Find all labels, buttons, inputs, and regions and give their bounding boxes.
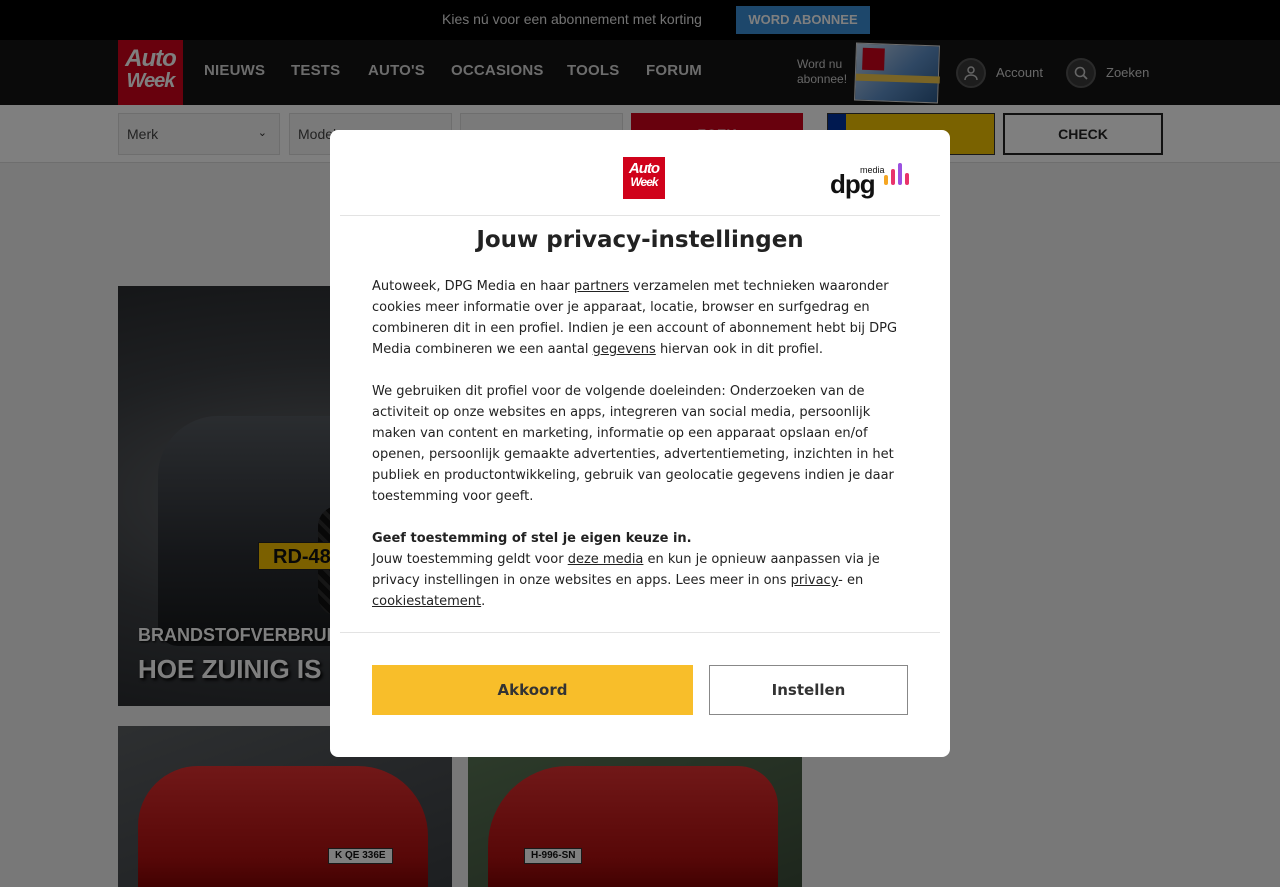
consent-heading: Geef toestemming of stel je eigen keuze … — [372, 531, 692, 546]
dpg-media-logo: media dpg — [830, 157, 912, 199]
privacy-link[interactable]: privacy — [791, 573, 838, 588]
deze-media-link[interactable]: deze media — [568, 552, 644, 567]
settings-button[interactable]: Instellen — [709, 665, 908, 715]
partners-link[interactable]: partners — [574, 279, 629, 294]
dialog-body: Autoweek, DPG Media en haar partners ver… — [372, 276, 908, 633]
privacy-consent-dialog: Auto Week media dpg Jouw privacy-instell… — [330, 130, 950, 757]
gegevens-link[interactable]: gegevens — [593, 342, 656, 357]
cookiestatement-link[interactable]: cookiestatement — [372, 594, 481, 609]
accept-button[interactable]: Akkoord — [372, 665, 693, 715]
autoweek-logo: Auto Week — [623, 157, 665, 199]
purposes-text: We gebruiken dit profiel voor de volgend… — [372, 384, 894, 504]
dialog-title: Jouw privacy-instellingen — [476, 227, 804, 253]
